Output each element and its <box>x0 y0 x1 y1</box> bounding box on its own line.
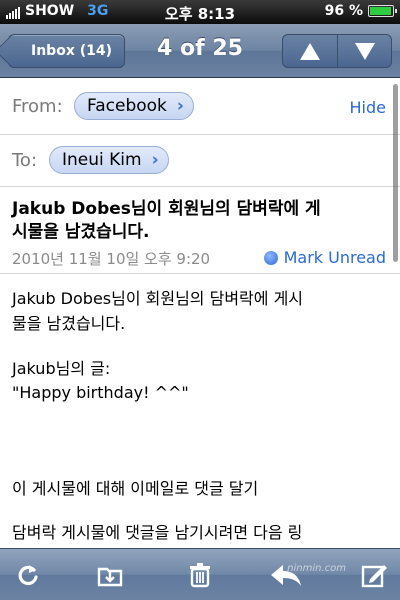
mark-unread-label: Mark Unread <box>283 248 386 267</box>
battery-group: 96 % <box>324 3 397 19</box>
subject-text-line1: 님이 회원님의 담벼락에 게 <box>130 199 321 219</box>
battery-percent: 96 % <box>324 3 363 19</box>
body-line: Jakub Dobes님이 회원님의 담벼락에 게시 <box>12 289 304 308</box>
body-line: 담벼락 게시물에 댓글을 남기시려면 다음 링 <box>12 523 303 542</box>
refresh-icon[interactable] <box>10 557 46 593</box>
chevron-right-icon: › <box>176 96 184 116</box>
scroll-indicator[interactable] <box>393 84 398 262</box>
message-subject: Jakub Dobes님이 회원님의 담벼락에 게 시물을 남겼습니다. <box>12 198 382 244</box>
sender-chip[interactable]: Facebook › <box>74 92 194 120</box>
message-body: Jakub Dobes님이 회원님의 담벼락에 게시 물을 남겼습니다. Jak… <box>0 275 400 548</box>
navigation-bar: Inbox (14) 4 of 25 <box>0 24 400 78</box>
subject-sender: Jakub Dobes <box>12 199 131 219</box>
arrow-down-icon <box>354 42 375 60</box>
body-line: 물을 남겼습니다. <box>12 314 126 333</box>
previous-message-button[interactable] <box>283 35 337 67</box>
from-row: From: Facebook › Hide <box>0 79 400 135</box>
battery-icon <box>368 5 397 17</box>
subject-block: Jakub Dobes님이 회원님의 담벼락에 게 시물을 남겼습니다. 201… <box>0 188 400 274</box>
trash-icon[interactable] <box>182 557 218 593</box>
body-line: "Happy birthday! ^^" <box>12 383 189 402</box>
watermark-text: ninmin.com <box>287 563 346 574</box>
mark-unread-button[interactable]: Mark Unread <box>263 248 386 267</box>
next-message-button[interactable] <box>337 35 391 67</box>
message-date: 2010년 11월 10일 오후 9:20 <box>12 250 211 268</box>
unread-dot-icon <box>263 250 278 265</box>
body-line: Jakub님의 글: <box>12 359 111 378</box>
recipient-chip[interactable]: Ineui Kim › <box>49 146 169 174</box>
comment-by-email-link[interactable]: 이 게시물에 대해 이메일로 댓글 달기 <box>12 477 390 501</box>
to-row: To: Ineui Kim › <box>0 135 400 187</box>
recipient-name: Ineui Kim <box>62 150 142 170</box>
move-folder-icon[interactable] <box>92 557 128 593</box>
hide-details-link[interactable]: Hide <box>350 98 386 117</box>
message-nav-segmented-control <box>282 34 392 68</box>
chevron-right-icon: › <box>151 150 159 170</box>
status-bar: SHOW 3G 오후 8:13 96 % <box>0 0 400 24</box>
compose-icon[interactable] <box>356 557 392 593</box>
from-label: From: <box>12 96 63 117</box>
subject-text-line2: 시물을 남겼습니다. <box>12 222 150 242</box>
sender-name: Facebook <box>87 96 167 116</box>
bottom-toolbar: ninmin.com <box>0 548 400 600</box>
to-label: To: <box>12 150 38 171</box>
arrow-up-icon <box>300 42 320 60</box>
